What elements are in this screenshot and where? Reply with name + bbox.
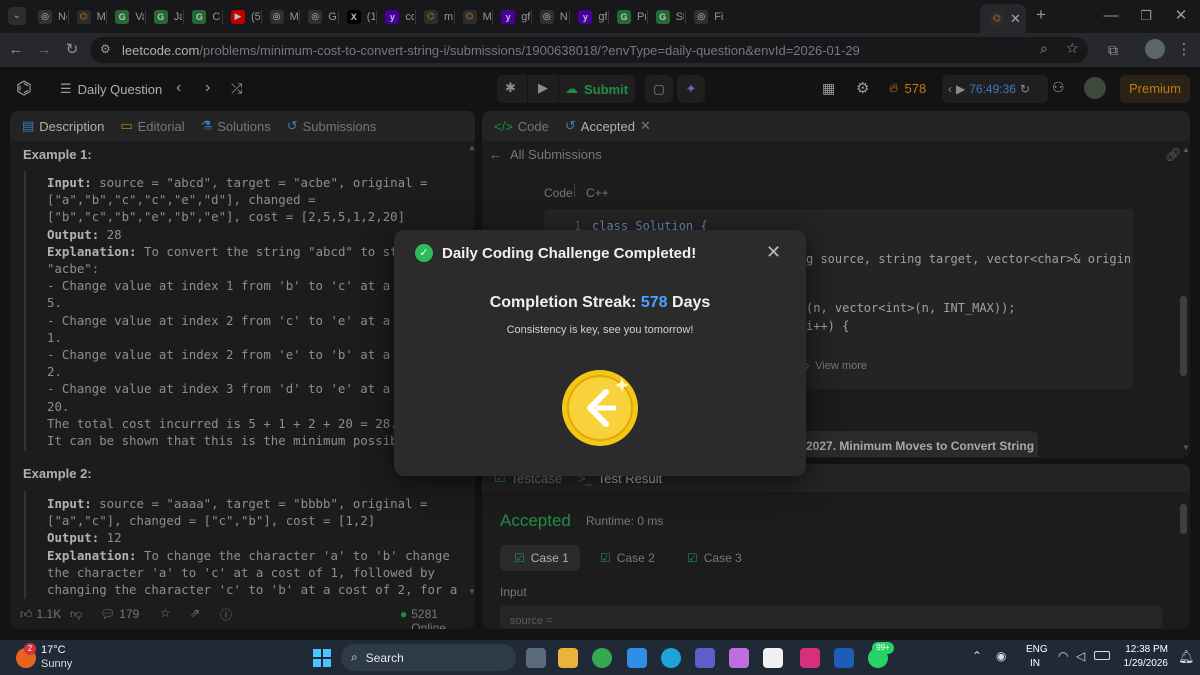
streak-unit: Days bbox=[672, 294, 711, 311]
taskbar-search[interactable]: ⌕ Search bbox=[341, 644, 516, 671]
instagram-icon[interactable] bbox=[800, 648, 820, 668]
success-check-icon: ✓ bbox=[415, 244, 433, 262]
wifi-icon[interactable]: ◠ bbox=[1058, 649, 1068, 663]
whatsapp-badge: 99+ bbox=[872, 642, 894, 654]
tray-app-icon[interactable]: ◉ bbox=[996, 649, 1006, 663]
windows-start-icon[interactable] bbox=[313, 649, 331, 667]
streak-line: Completion Streak: 578 Days bbox=[394, 294, 806, 312]
app-icon[interactable] bbox=[834, 648, 854, 668]
search-icon: ⌕ bbox=[351, 650, 358, 664]
weather-desc: Sunny bbox=[41, 658, 73, 670]
modal-subtitle: Consistency is key, see you tomorrow! bbox=[506, 324, 694, 336]
weather-temp: 17°C bbox=[41, 644, 66, 656]
weather-badge: 2 bbox=[24, 643, 36, 655]
volume-icon[interactable]: ◁ bbox=[1076, 649, 1085, 663]
copilot-icon[interactable] bbox=[729, 648, 749, 668]
teams-icon[interactable] bbox=[695, 648, 715, 668]
windows-taskbar: 2 17°C Sunny ⌕ Search 99+ ⌃ ◉ ENG IN ◠ ◁ … bbox=[0, 640, 1200, 675]
modal-title: Daily Coding Challenge Completed! bbox=[442, 245, 697, 262]
battery-icon[interactable] bbox=[1094, 651, 1110, 660]
streak-value: 578 bbox=[640, 294, 668, 311]
lang-bottom: IN bbox=[1030, 658, 1040, 669]
modal-close-icon[interactable]: ✕ bbox=[766, 242, 781, 263]
store-icon[interactable] bbox=[763, 648, 783, 668]
clock-date: 1/29/2026 bbox=[1123, 658, 1169, 669]
clock-time[interactable]: 12:38 PM bbox=[1122, 644, 1168, 655]
daily-challenge-modal: ✓ Daily Coding Challenge Completed! ✕ Co… bbox=[394, 230, 806, 476]
tray-chevron-icon[interactable]: ⌃ bbox=[972, 649, 982, 663]
task-view-icon[interactable] bbox=[526, 648, 546, 668]
edge-icon[interactable] bbox=[661, 648, 681, 668]
chrome-icon[interactable] bbox=[592, 648, 612, 668]
leetcode-coin-icon bbox=[562, 370, 638, 446]
notification-bell-icon[interactable]: 🔔︎ bbox=[1178, 649, 1195, 665]
lang-top[interactable]: ENG bbox=[1026, 644, 1048, 655]
streak-label: Completion Streak: bbox=[489, 294, 637, 311]
search-label: Search bbox=[365, 650, 404, 665]
vscode-icon[interactable] bbox=[627, 648, 647, 668]
file-explorer-icon[interactable] bbox=[558, 648, 578, 668]
